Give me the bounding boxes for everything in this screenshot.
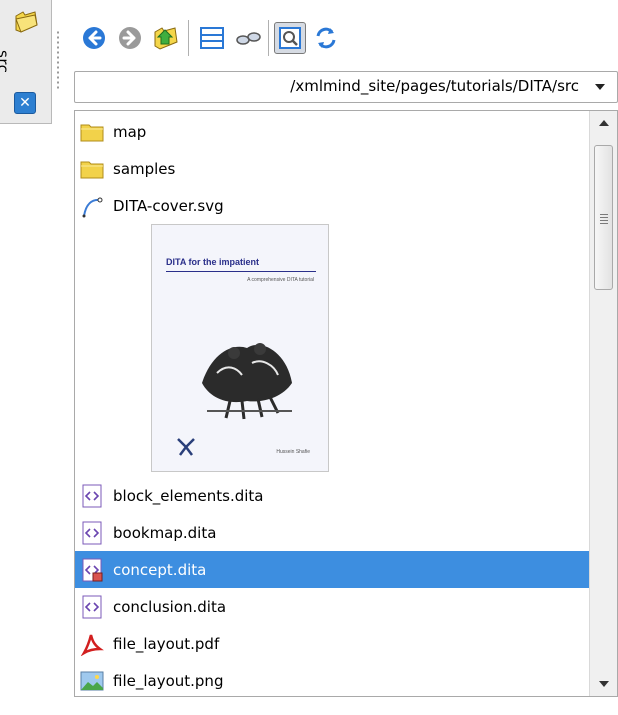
glasses-icon [236,32,261,45]
back-button[interactable] [78,22,110,54]
chevron-up-icon [598,120,609,126]
dita-file-locked-icon [79,557,105,583]
list-item[interactable]: file_layout.pdf [75,625,589,662]
scroll-thumb[interactable] [594,145,613,290]
list-icon [200,27,224,49]
file-name: map [113,122,147,141]
magnifier-icon [279,27,301,49]
src-tab[interactable]: src ✕ [0,0,52,124]
cover-title: DITA for the impatient [166,257,259,267]
svg-file-icon [79,193,105,219]
file-name: DITA-cover.svg [113,196,224,215]
dita-file-icon [79,520,105,546]
list-view-button[interactable] [196,22,228,54]
preview-button[interactable] [274,22,306,54]
file-name: block_elements.dita [113,486,264,505]
file-name: file_layout.png [113,671,224,690]
file-name: bookmap.dita [113,523,217,542]
tab-label: src [0,50,12,74]
dropdown-button[interactable] [583,72,617,102]
vertical-scrollbar[interactable] [589,111,617,696]
arrow-left-circle-icon [83,27,105,49]
show-hidden-button[interactable] [232,22,264,54]
list-item[interactable]: block_elements.dita [75,477,589,514]
chevron-down-icon [598,681,609,687]
file-name: conclusion.dita [113,597,227,616]
engraving-illustration [202,343,292,420]
logo-icon [177,438,195,456]
up-folder-button[interactable] [150,22,182,54]
list-item[interactable]: file_layout.png [75,662,589,696]
refresh-icon [316,27,336,49]
refresh-button[interactable] [310,22,342,54]
image-preview: DITA for the impatient A comprehensive D… [151,224,329,472]
path-combo[interactable]: /xmlmind_site/pages/tutorials/DITA/src [74,71,618,103]
forward-button[interactable] [114,22,146,54]
list-item[interactable]: samples [75,150,589,187]
file-chooser-panel: /xmlmind_site/pages/tutorials/DITA/src m… [64,0,618,715]
toolbar [64,0,618,70]
list-item[interactable]: conclusion.dita [75,588,589,625]
arrow-right-circle-icon [119,27,141,49]
file-name: file_layout.pdf [113,634,220,653]
file-name: samples [113,159,176,178]
scroll-down-button[interactable] [590,672,617,696]
folder-up-icon [154,27,178,50]
path-input[interactable]: /xmlmind_site/pages/tutorials/DITA/src [290,77,579,95]
dita-file-icon [79,483,105,509]
cover-author: Hussein Shafie [276,449,310,455]
file-rows: map samples DITA-cover.svg DITA for the … [75,111,589,696]
folder-icon [79,156,105,182]
file-name: concept.dita [113,560,207,579]
chevron-down-icon [595,84,605,90]
list-item[interactable]: map [75,113,589,150]
cover-subtitle: A comprehensive DITA tutorial [247,277,314,283]
pdf-file-icon [79,631,105,657]
list-item-selected[interactable]: concept.dita [75,551,589,588]
image-file-icon [79,668,105,694]
folder-icon [79,119,105,145]
list-item[interactable]: DITA-cover.svg [75,187,589,224]
scroll-up-button[interactable] [590,111,617,135]
splitter-grip[interactable] [56,30,60,90]
file-list[interactable]: map samples DITA-cover.svg DITA for the … [74,110,618,697]
list-item[interactable]: bookmap.dita [75,514,589,551]
close-icon[interactable]: ✕ [14,92,36,114]
folder-icon [15,11,38,33]
dita-file-icon [79,594,105,620]
